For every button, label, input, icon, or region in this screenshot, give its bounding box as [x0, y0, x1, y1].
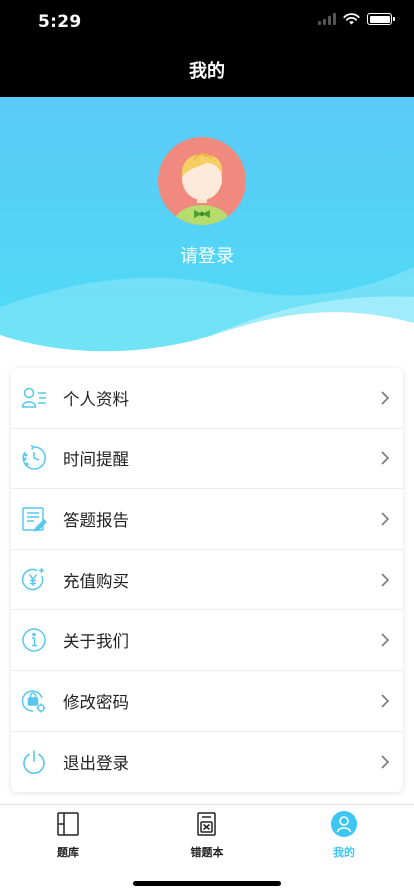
menu-item-time-reminder[interactable]: 时间提醒 [11, 429, 403, 490]
menu-item-label: 关于我们 [63, 632, 129, 652]
menu-item-label: 时间提醒 [63, 450, 129, 470]
settings-menu: 个人资料 时间提醒 答题报告 充值购买 关于我们 修改密码 退出登录 [11, 368, 403, 792]
person-circle-icon [331, 811, 357, 837]
menu-item-label: 退出登录 [63, 753, 129, 773]
cellular-signal-icon [318, 13, 336, 25]
person-list-icon [21, 387, 46, 408]
menu-item-about-us[interactable]: 关于我们 [11, 610, 403, 671]
page-title: 我的 [189, 61, 225, 82]
status-bar: 5:29 [0, 0, 414, 44]
tab-label: 错题本 [190, 846, 224, 859]
info-icon [22, 628, 46, 652]
chevron-right-icon [381, 451, 390, 465]
clock-refresh-icon [22, 445, 46, 471]
menu-item-logout[interactable]: 退出登录 [11, 732, 403, 793]
status-icons [318, 13, 395, 25]
wrong-book-icon [197, 812, 216, 836]
chevron-right-icon [381, 391, 390, 405]
menu-item-label: 答题报告 [63, 510, 129, 530]
tab-label: 题库 [57, 846, 79, 859]
chevron-right-icon [381, 694, 390, 708]
menu-item-label: 充值购买 [63, 571, 129, 591]
profile-header: 请登录 [0, 97, 414, 357]
chevron-right-icon [381, 755, 390, 769]
menu-item-profile[interactable]: 个人资料 [11, 368, 403, 429]
chevron-right-icon [381, 633, 390, 647]
login-prompt[interactable]: 请登录 [0, 242, 414, 268]
chevron-right-icon [381, 573, 390, 587]
book-icon [57, 812, 79, 836]
power-icon [23, 750, 45, 774]
yen-coin-icon [21, 567, 44, 590]
tab-question-bank[interactable]: 题库 [18, 811, 118, 860]
lock-gear-icon [21, 690, 46, 713]
chevron-right-icon [381, 512, 390, 526]
tab-label: 我的 [333, 846, 355, 859]
menu-item-recharge[interactable]: 充值购买 [11, 550, 403, 611]
battery-icon [367, 13, 395, 25]
menu-item-label: 个人资料 [63, 389, 129, 409]
menu-item-answer-report[interactable]: 答题报告 [11, 489, 403, 550]
tab-mine[interactable]: 我的 [294, 811, 394, 860]
child-avatar-icon [174, 153, 230, 225]
menu-item-change-password[interactable]: 修改密码 [11, 671, 403, 732]
avatar[interactable] [158, 137, 246, 225]
report-edit-icon [22, 507, 47, 532]
home-indicator [133, 881, 281, 886]
status-time: 5:29 [38, 12, 82, 32]
tab-wrong-questions[interactable]: 错题本 [157, 811, 257, 860]
wifi-icon [343, 13, 360, 25]
menu-item-label: 修改密码 [63, 692, 129, 712]
wave-decoration [0, 267, 414, 357]
navigation-bar: 我的 [0, 44, 414, 97]
